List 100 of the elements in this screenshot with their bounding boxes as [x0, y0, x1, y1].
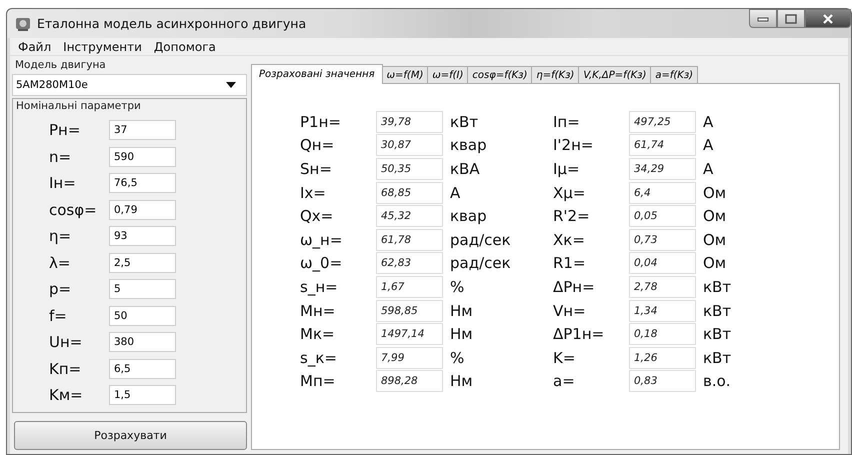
unit-label: квар: [449, 136, 488, 154]
app-icon: [15, 16, 31, 32]
menu-item[interactable]: Інструменти: [57, 40, 148, 54]
unit-label: в.о.: [702, 372, 732, 390]
input-field[interactable]: 37: [109, 120, 176, 140]
minimize-button[interactable]: [749, 9, 777, 28]
result-label: I'2н=: [553, 136, 594, 154]
unit-label: кВт: [702, 278, 732, 296]
close-button[interactable]: [805, 9, 851, 28]
parameter-label: Kп=: [49, 360, 82, 378]
input-field[interactable]: 76,5: [109, 173, 176, 193]
result-label: Qн=: [300, 136, 336, 154]
tab[interactable]: Розраховані значення: [251, 64, 383, 84]
menu-item[interactable]: Файл: [18, 40, 58, 54]
input-field[interactable]: 590: [109, 146, 176, 166]
result-label: ΔPн=: [553, 278, 596, 296]
unit-label: Ом: [702, 254, 728, 272]
unit-label: Ом: [702, 184, 728, 202]
input-field[interactable]: 5: [109, 279, 176, 299]
parameter-label: λ=: [49, 254, 72, 272]
parameter-label: cosφ=: [49, 200, 98, 218]
unit-label: квар: [449, 207, 488, 226]
tab[interactable]: η=f(Kз): [531, 66, 580, 84]
unit-label: А: [702, 160, 714, 178]
output-field: 0,83: [629, 370, 696, 392]
result-label: ω_0=: [300, 254, 344, 272]
unit-label: рад/сек: [449, 230, 512, 249]
unit-label: Нм: [449, 302, 474, 320]
output-field: 34,29: [629, 158, 696, 180]
unit-label: Нм: [449, 325, 474, 344]
caret-icon: [226, 82, 236, 88]
unit-label: рад/сек: [449, 254, 512, 272]
output-field: 1497,14: [376, 323, 443, 346]
output-field: 0,05: [629, 205, 696, 228]
result-label: Qx=: [300, 207, 334, 226]
group-title: Номінальні параметри: [15, 100, 142, 112]
unit-label: кВт: [702, 302, 732, 320]
output-field: 61,74: [629, 134, 696, 156]
unit-label: Нм: [449, 372, 474, 390]
unit-label: А: [702, 136, 714, 154]
result-label: s_к=: [300, 348, 338, 367]
output-field: 2,78: [629, 276, 696, 298]
result-label: P1н=: [300, 112, 342, 131]
output-field: 1,67: [376, 276, 443, 298]
parameter-label: η=: [49, 227, 72, 245]
input-field[interactable]: 2,5: [109, 252, 176, 272]
parameter-label: Pн=: [49, 121, 82, 139]
tab[interactable]: ω=f(I): [427, 66, 468, 84]
result-label: Xк=: [553, 230, 586, 249]
output-field: 497,25: [629, 110, 696, 133]
menu-item[interactable]: Допомога: [148, 40, 222, 54]
unit-label: А: [702, 112, 714, 131]
input-field[interactable]: 0,79: [109, 200, 176, 220]
parameter-label: f=: [49, 306, 68, 324]
maximize-icon: [785, 14, 797, 24]
parameter-label: p=: [49, 280, 72, 298]
unit-label: Ом: [702, 207, 728, 226]
result-label: ω_н=: [300, 230, 344, 249]
model-dropdown[interactable]: 5AM280M10e: [12, 74, 247, 96]
input-field[interactable]: 50: [109, 306, 176, 326]
result-label: Iμ=: [553, 160, 581, 178]
output-field: 30,87: [376, 134, 443, 156]
tab[interactable]: V,K,ΔP=f(Kз): [578, 66, 652, 84]
unit-label: кВт: [702, 348, 732, 367]
maximize-button[interactable]: [777, 9, 805, 28]
calculate-button[interactable]: Розрахувати: [14, 421, 247, 450]
parameter-label: Iн=: [49, 174, 77, 192]
input-field[interactable]: 380: [109, 332, 176, 352]
tab[interactable]: a=f(Kз): [650, 66, 698, 84]
unit-label: %: [449, 278, 466, 296]
output-field: 1,34: [629, 300, 696, 322]
unit-label: кВт: [449, 112, 480, 131]
unit-label: %: [449, 348, 466, 367]
output-field: 62,83: [376, 252, 443, 274]
unit-label: кВА: [449, 160, 481, 178]
output-field: 6,4: [629, 182, 696, 204]
output-field: 898,28: [376, 370, 443, 392]
output-field: 1,26: [629, 346, 696, 369]
close-icon: [822, 14, 834, 24]
parameter-label: Uн=: [49, 333, 84, 351]
output-field: 0,04: [629, 252, 696, 274]
input-field[interactable]: 6,5: [109, 358, 176, 378]
parameter-label: Kм=: [49, 386, 84, 404]
result-label: s_н=: [300, 278, 339, 296]
result-label: Sн=: [300, 160, 333, 178]
output-field: 0,18: [629, 323, 696, 346]
input-field[interactable]: 93: [109, 226, 176, 246]
result-label: K=: [553, 348, 576, 367]
output-field: 45,32: [376, 205, 443, 228]
parameter-label: n=: [49, 148, 72, 166]
output-field: 61,78: [376, 228, 443, 251]
output-field: 68,85: [376, 182, 443, 204]
result-label: R'2=: [553, 207, 591, 226]
output-field: 598,85: [376, 300, 443, 322]
input-field[interactable]: 1,5: [109, 385, 176, 405]
minimize-icon: [757, 16, 769, 22]
result-label: Мн=: [300, 302, 336, 320]
window-title: Еталонна модель асинхронного двигуна: [37, 16, 306, 31]
tab[interactable]: cosφ=f(Kз): [467, 66, 532, 84]
field-label: Модель двигуна: [14, 59, 107, 71]
